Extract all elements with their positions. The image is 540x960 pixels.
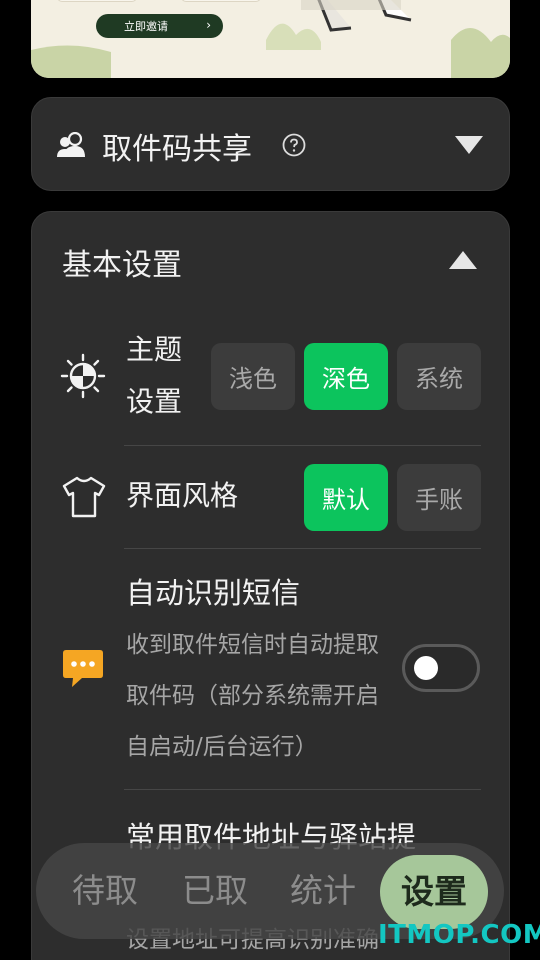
sms-auto-detect-title: 自动识别短信 [126, 576, 301, 610]
sms-auto-detect-toggle[interactable] [402, 644, 480, 692]
tshirt-icon [62, 476, 106, 522]
divider [124, 789, 481, 790]
invite-button-label: 立即邀请 [124, 20, 168, 33]
banner-illustration [31, 0, 510, 78]
nav-tab-settings[interactable]: 设置 [380, 855, 488, 929]
divider [124, 445, 481, 446]
invite-button[interactable]: 立即邀请 › [96, 14, 223, 38]
nav-tab-pending[interactable]: 待取 [72, 843, 138, 939]
sms-auto-detect-description: 收到取件短信时自动提取取件码（部分系统需开启自启动/后台运行） [126, 632, 379, 760]
style-option-journal[interactable]: 手账 [397, 464, 481, 531]
triangle-up-icon[interactable] [448, 250, 478, 274]
theme-option-light[interactable]: 浅色 [211, 343, 295, 410]
chat-bubble-icon [62, 648, 104, 692]
style-label: 界面风格 [126, 479, 239, 512]
theme-label-line2: 设置 [126, 385, 183, 418]
theme-option-dark[interactable]: 深色 [304, 343, 388, 410]
code-share-card[interactable]: 取件码共享 [31, 97, 510, 191]
site-watermark: ITMOP.COM [378, 920, 540, 950]
nav-tab-stats[interactable]: 统计 [290, 843, 356, 939]
triangle-down-icon[interactable] [454, 135, 484, 159]
code-share-title: 取件码共享 [102, 132, 252, 167]
divider [124, 548, 481, 549]
style-option-default[interactable]: 默认 [304, 464, 388, 531]
chevron-right-icon: › [206, 18, 211, 32]
theme-label-line1: 主题 [126, 333, 183, 366]
invite-banner: 立即邀请 › [31, 0, 510, 78]
sun-moon-icon [60, 353, 106, 403]
theme-option-system[interactable]: 系统 [397, 343, 481, 410]
toggle-knob [414, 656, 438, 680]
basic-settings-title: 基本设置 [62, 248, 182, 283]
question-circle-icon[interactable] [282, 133, 306, 161]
nav-tab-picked[interactable]: 已取 [182, 843, 248, 939]
people-icon [56, 131, 86, 162]
